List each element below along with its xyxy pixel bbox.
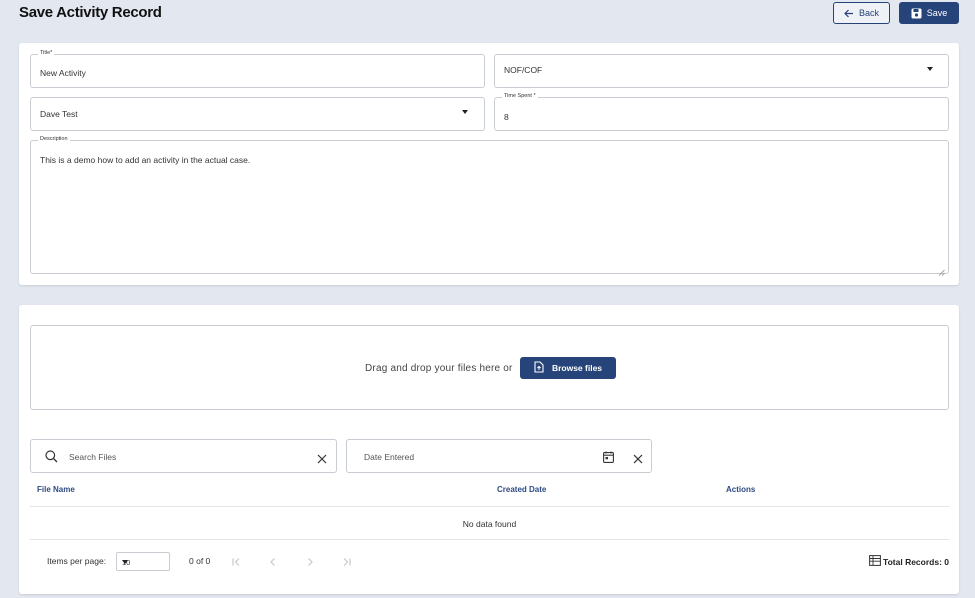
column-header-actions: Actions [726,485,756,494]
title-field[interactable]: Title* New Activity [30,50,485,88]
description-field[interactable]: Description This is a demo how to add an… [30,136,949,276]
next-page-icon[interactable] [304,555,316,567]
category-select-value: NOF/COF [504,65,543,75]
time-spent-field[interactable]: Time Spent * 8 [494,93,949,131]
user-select-value: Dave Test [40,109,78,119]
back-button-label: Back [858,8,879,18]
time-spent-label: Time Spent * [502,93,538,99]
caret-down-icon [122,560,128,564]
search-icon [45,450,58,468]
date-entered-placeholder: Date Entered [364,452,415,462]
table-icon [869,555,881,568]
search-files-placeholder: Search Files [69,452,117,462]
file-dropzone[interactable]: Drag and drop your files here or Browse … [30,325,949,410]
page-title: Save Activity Record [19,4,162,21]
previous-page-icon[interactable] [267,555,279,567]
no-data-text: No data found [462,519,517,529]
date-entered-input[interactable]: Date Entered [346,439,652,473]
resize-handle-icon[interactable] [938,263,945,276]
search-files-input[interactable]: Search Files [30,439,337,473]
dropzone-text: Drag and drop your files here or [365,363,513,374]
items-per-page-label: Items per page: [47,556,107,566]
back-button[interactable]: Back [833,2,890,24]
arrow-left-icon [844,9,854,18]
category-select[interactable]: NOF/COF [494,54,949,88]
user-select[interactable]: Dave Test [30,97,485,131]
calendar-icon[interactable] [603,450,614,468]
browse-files-button[interactable]: Browse files [520,357,616,379]
page-size-select[interactable]: 10 [116,552,170,571]
title-field-label: Title* [38,50,55,56]
save-button[interactable]: Save [899,2,959,24]
total-records: Total Records: 0 [869,555,949,568]
activity-form-card: Title* New Activity NOF/COF Dave Test Ti… [19,43,959,285]
description-value: This is a demo how to add an activity in… [40,155,251,165]
page-range-label: 0 of 0 [189,556,211,566]
caret-down-icon [462,110,468,114]
description-label: Description [38,136,70,142]
title-field-value: New Activity [40,68,86,78]
first-page-icon[interactable] [230,555,242,567]
caret-down-icon [927,67,933,71]
browse-files-label: Browse files [551,363,603,373]
floppy-disk-icon [911,8,922,19]
file-upload-icon [534,361,544,375]
column-header-created-date[interactable]: Created Date [497,485,546,494]
files-card: Drag and drop your files here or Browse … [19,305,959,594]
table-header: File Name Created Date Actions [30,473,949,507]
save-button-label: Save [926,8,948,18]
table-empty-row: No data found [30,507,949,540]
last-page-icon[interactable] [341,555,353,567]
clear-search-icon[interactable] [317,451,327,469]
time-spent-value: 8 [504,112,509,122]
column-header-file-name[interactable]: File Name [37,485,75,494]
clear-date-icon[interactable] [633,451,643,469]
paginator: Items per page: 10 0 of 0 Total Records:… [30,546,949,576]
total-records-label: Total Records: 0 [883,556,949,567]
